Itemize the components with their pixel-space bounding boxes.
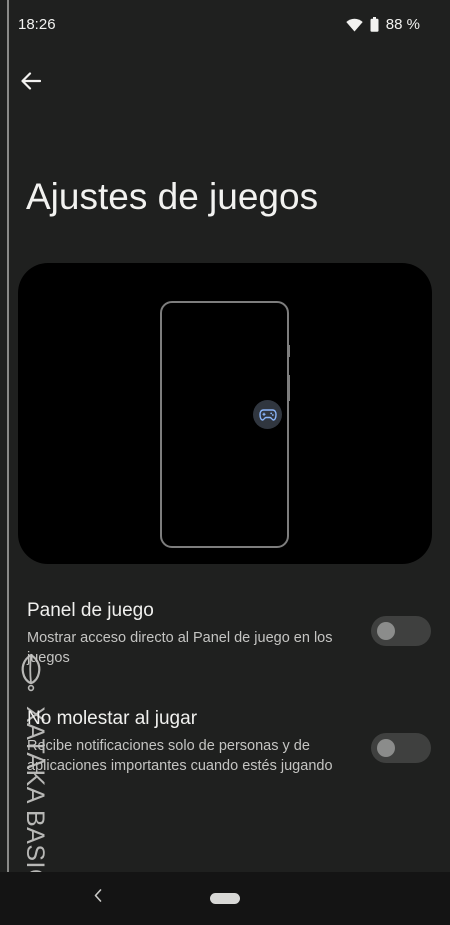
nav-back-icon [94, 889, 102, 907]
gamepad-icon [253, 400, 282, 429]
toggle-knob [377, 739, 395, 757]
setting-title-game-dashboard: Panel de juego [27, 600, 154, 621]
phone-side-button [287, 375, 290, 401]
setting-description-game-dashboard: Mostrar acceso directo al Panel de juego… [27, 630, 333, 666]
watermark-rail [7, 0, 9, 910]
wifi-icon [346, 18, 363, 32]
page-title: Ajustes de juegos [26, 176, 319, 217]
status-icons: 88 % [346, 16, 420, 33]
status-time: 18:26 [18, 16, 56, 33]
battery-percent: 88 % [385, 16, 420, 33]
back-arrow-icon [21, 71, 42, 95]
toggle-knob [377, 622, 395, 640]
nav-back-button[interactable] [88, 884, 108, 912]
toggle-game-dashboard[interactable] [371, 616, 431, 646]
setting-title-do-not-disturb: No molestar al jugar [27, 708, 198, 729]
setting-description-do-not-disturb: Recibe notificaciones solo de personas y… [27, 738, 333, 774]
back-button[interactable] [16, 68, 46, 98]
toggle-do-not-disturb[interactable] [371, 733, 431, 763]
home-pill[interactable] [210, 893, 240, 904]
battery-icon [370, 17, 379, 32]
game-dashboard-illustration [18, 263, 432, 564]
phone-side-button [287, 345, 290, 357]
